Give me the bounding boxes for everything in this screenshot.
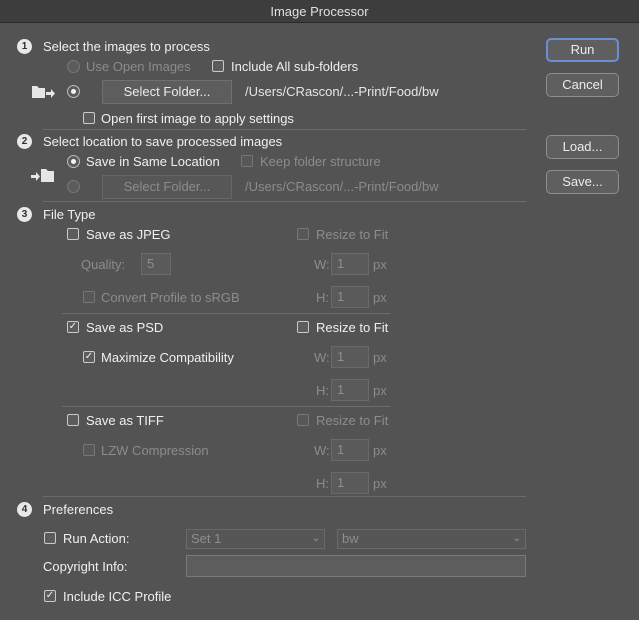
window-title: Image Processor bbox=[0, 0, 639, 23]
folder-save-icon bbox=[31, 169, 54, 182]
source-folder-path: /Users/CRascon/...-Print/Food/bw bbox=[245, 84, 439, 99]
jpeg-width-unit: px bbox=[373, 257, 387, 272]
section-1-number: 1 bbox=[17, 39, 32, 54]
open-first-image-checkbox[interactable] bbox=[83, 112, 95, 124]
section-2-number: 2 bbox=[17, 134, 32, 149]
section-1-title: Select the images to process bbox=[43, 39, 210, 54]
run-action-checkbox[interactable] bbox=[44, 532, 56, 544]
open-first-image-label: Open first image to apply settings bbox=[101, 111, 294, 126]
lzw-compression-label: LZW Compression bbox=[101, 443, 209, 458]
section-3-number: 3 bbox=[17, 207, 32, 222]
save-as-tiff-checkbox[interactable] bbox=[67, 414, 79, 426]
psd-width-input[interactable]: 1 bbox=[331, 346, 369, 368]
psd-width-label: W: bbox=[314, 350, 330, 365]
psd-height-unit: px bbox=[373, 383, 387, 398]
section-2-title: Select location to save processed images bbox=[43, 134, 283, 149]
include-subfolders-label: Include All sub-folders bbox=[231, 59, 359, 74]
action-value: bw bbox=[342, 531, 359, 546]
divider bbox=[43, 496, 526, 497]
tiff-resize-to-fit-label: Resize to Fit bbox=[316, 413, 389, 428]
divider bbox=[62, 313, 390, 314]
copyright-info-label: Copyright Info: bbox=[43, 559, 128, 574]
action-set-select[interactable]: Set 1 ⌄ bbox=[186, 529, 325, 549]
psd-resize-to-fit-label: Resize to Fit bbox=[316, 320, 389, 335]
save-settings-button[interactable]: Save... bbox=[546, 170, 619, 194]
tiff-width-unit: px bbox=[373, 443, 387, 458]
section-4-title: Preferences bbox=[43, 502, 114, 517]
save-as-psd-checkbox[interactable]: ✓ bbox=[67, 321, 79, 333]
save-same-location-radio[interactable] bbox=[67, 155, 80, 168]
run-action-label: Run Action: bbox=[63, 531, 130, 546]
chevron-down-icon: ⌄ bbox=[311, 533, 320, 544]
section-4-number: 4 bbox=[17, 502, 32, 517]
maximize-compatibility-checkbox[interactable]: ✓ bbox=[83, 351, 95, 363]
select-folder-radio[interactable] bbox=[67, 85, 80, 98]
keep-folder-structure-checkbox[interactable] bbox=[241, 155, 253, 167]
select-save-folder-button[interactable]: Select Folder... bbox=[102, 175, 232, 199]
action-select[interactable]: bw ⌄ bbox=[337, 529, 526, 549]
keep-folder-structure-label: Keep folder structure bbox=[260, 154, 381, 169]
include-icc-profile-checkbox[interactable]: ✓ bbox=[44, 590, 56, 602]
save-as-jpeg-checkbox[interactable] bbox=[67, 228, 79, 240]
jpeg-width-input[interactable]: 1 bbox=[331, 253, 369, 275]
jpeg-height-label: H: bbox=[316, 290, 329, 305]
action-set-value: Set 1 bbox=[191, 531, 222, 546]
copyright-info-input[interactable] bbox=[186, 555, 526, 577]
maximize-compatibility-label: Maximize Compatibility bbox=[101, 350, 234, 365]
jpeg-resize-to-fit-label: Resize to Fit bbox=[316, 227, 389, 242]
divider bbox=[43, 201, 526, 202]
folder-arrow-icon bbox=[32, 86, 55, 98]
divider bbox=[43, 129, 526, 130]
psd-height-label: H: bbox=[316, 383, 329, 398]
jpeg-height-input[interactable]: 1 bbox=[331, 286, 369, 308]
tiff-resize-to-fit-checkbox[interactable] bbox=[297, 414, 309, 426]
tiff-height-input[interactable]: 1 bbox=[331, 472, 369, 494]
jpeg-quality-label: Quality: bbox=[81, 257, 126, 272]
psd-width-unit: px bbox=[373, 350, 387, 365]
convert-srgb-label: Convert Profile to sRGB bbox=[101, 290, 240, 305]
tiff-height-label: H: bbox=[316, 476, 329, 491]
lzw-compression-checkbox[interactable] bbox=[83, 444, 95, 456]
jpeg-resize-to-fit-checkbox[interactable] bbox=[297, 228, 309, 240]
psd-height-input[interactable]: 1 bbox=[331, 379, 369, 401]
select-save-folder-radio[interactable] bbox=[67, 180, 80, 193]
chevron-down-icon: ⌄ bbox=[512, 533, 521, 544]
save-as-psd-label: Save as PSD bbox=[86, 320, 164, 335]
cancel-button[interactable]: Cancel bbox=[546, 73, 619, 97]
use-open-images-radio[interactable] bbox=[67, 60, 80, 73]
tiff-width-label: W: bbox=[314, 443, 330, 458]
convert-srgb-checkbox[interactable] bbox=[83, 291, 95, 303]
psd-resize-to-fit-checkbox[interactable] bbox=[297, 321, 309, 333]
destination-folder-path: /Users/CRascon/...-Print/Food/bw bbox=[245, 179, 439, 194]
run-button[interactable]: Run bbox=[546, 38, 619, 62]
load-button[interactable]: Load... bbox=[546, 135, 619, 159]
jpeg-width-label: W: bbox=[314, 257, 330, 272]
tiff-height-unit: px bbox=[373, 476, 387, 491]
use-open-images-label: Use Open Images bbox=[86, 59, 191, 74]
section-3-title: File Type bbox=[43, 207, 96, 222]
save-as-jpeg-label: Save as JPEG bbox=[86, 227, 171, 242]
select-folder-button[interactable]: Select Folder... bbox=[102, 80, 232, 104]
jpeg-quality-input[interactable]: 5 bbox=[141, 253, 171, 275]
save-same-location-label: Save in Same Location bbox=[86, 154, 220, 169]
include-icc-profile-label: Include ICC Profile bbox=[63, 589, 172, 604]
jpeg-height-unit: px bbox=[373, 290, 387, 305]
divider bbox=[62, 406, 390, 407]
tiff-width-input[interactable]: 1 bbox=[331, 439, 369, 461]
save-as-tiff-label: Save as TIFF bbox=[86, 413, 164, 428]
include-subfolders-checkbox[interactable] bbox=[212, 60, 224, 72]
